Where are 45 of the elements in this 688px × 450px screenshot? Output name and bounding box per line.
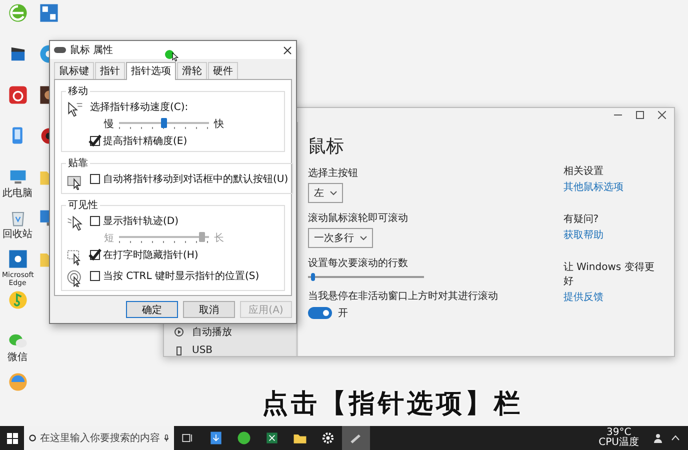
tab[interactable]: 滑轮 [177, 62, 207, 79]
tab[interactable]: 鼠标键 [54, 62, 94, 79]
checkbox-label: 当按 CTRL 键时显示指针的位置(S) [103, 270, 260, 283]
icon-label: 微信 [8, 353, 28, 363]
video-caption: 点击【指针选项】栏 [262, 389, 523, 419]
section-title: 移动 [67, 85, 89, 98]
related-link[interactable]: 提供反馈 [563, 290, 664, 304]
checkbox-label: 显示指针轨迹(D) [103, 214, 179, 228]
slider-label: 选择指针移动速度(C): [90, 100, 190, 114]
section-title: 贴靠 [67, 156, 89, 170]
setting-label: 当我悬停在非活动窗口上方时对其进行滚动 [308, 290, 498, 303]
section-title: 可见性 [67, 198, 99, 212]
checkbox-label: 在打字时隐藏指针(H) [103, 248, 198, 262]
dialog-button[interactable]: 取消 [183, 301, 235, 318]
related-heading: 让 Windows 变得更好 [563, 260, 656, 288]
setting-label: 选择主按钮 [308, 166, 358, 180]
slider-max-label: 长 [214, 232, 224, 245]
setting-label: 设置每次要滚动的行数 [308, 256, 408, 270]
window-title: 鼠标 属性 [70, 44, 114, 57]
checkbox-label: 自动将指针移动到对话框中的默认按钮(U) [103, 172, 288, 186]
setting-label: 滚动鼠标滚轮即可滚动 [308, 212, 408, 225]
icon-label: 此电脑 [2, 189, 32, 199]
tab[interactable]: 硬件 [208, 62, 238, 79]
slider-min-label: 慢 [104, 118, 114, 131]
page-title: 鼠标 [308, 135, 345, 158]
tab[interactable]: 指针选项 [126, 62, 176, 80]
nav-item[interactable]: 自动播放 [174, 325, 286, 339]
tab[interactable]: 指针 [95, 62, 125, 79]
search-field[interactable]: 在这里输入你要搜索的内容 [24, 426, 174, 450]
toggle-state: 开 [338, 307, 348, 320]
temperature-widget[interactable]: 39°C CPU温度 [592, 426, 645, 450]
nav-label: USB [192, 345, 213, 356]
nav-label: 自动播放 [192, 326, 232, 339]
related-heading: 相关设置 [563, 164, 604, 178]
dropdown[interactable]: 左 [308, 183, 343, 203]
slider-min-label: 短 [104, 232, 114, 245]
dialog-button[interactable]: 确定 [126, 301, 178, 318]
related-link[interactable]: 其他鼠标选项 [563, 180, 664, 194]
icon-label: 回收站 [2, 230, 32, 240]
related-heading: 有疑问? [563, 212, 600, 226]
slider-max-label: 快 [214, 118, 224, 131]
dropdown[interactable]: 一次多行 [308, 228, 373, 248]
related-link[interactable]: 获取帮助 [563, 228, 664, 242]
nav-item[interactable]: USB [174, 345, 286, 356]
checkbox-label: 提高指针精确度(E) [103, 134, 188, 148]
